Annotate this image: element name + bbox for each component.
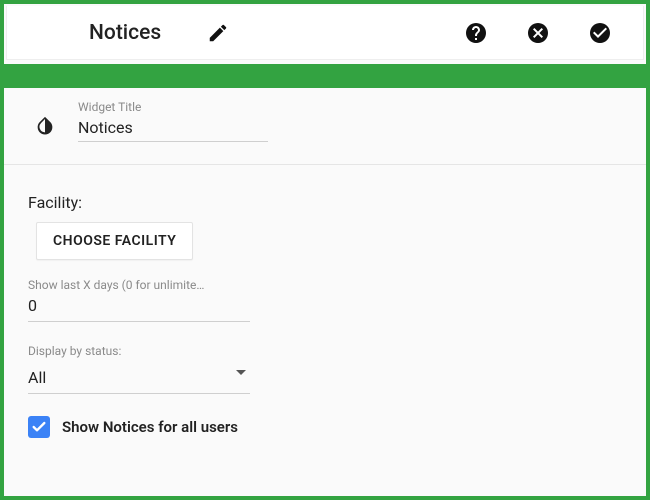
days-input[interactable]: [28, 292, 250, 322]
show-all-users-label: Show Notices for all users: [62, 418, 238, 436]
widget-title-input[interactable]: [78, 114, 268, 142]
help-icon[interactable]: [463, 20, 489, 46]
choose-facility-button[interactable]: CHOOSE FACILITY: [36, 222, 193, 260]
invert-colors-icon[interactable]: [34, 114, 56, 136]
status-select-value: All: [28, 364, 250, 394]
divider: [4, 164, 646, 165]
chevron-down-icon: [236, 370, 246, 375]
toolbar-title: Notices: [19, 21, 161, 45]
status-label: Display by status:: [28, 344, 622, 358]
check-icon: [31, 419, 47, 435]
widget-title-label: Widget Title: [78, 100, 268, 114]
toolbar: Notices: [6, 6, 644, 60]
widget-config-panel: Notices Widget Title Facility:: [0, 0, 650, 500]
show-all-users-checkbox[interactable]: [28, 416, 50, 438]
form-content: Widget Title Facility: CHOOSE FACILITY S…: [4, 88, 646, 438]
accent-bar: [4, 64, 646, 88]
edit-icon[interactable]: [205, 20, 231, 46]
confirm-icon[interactable]: [587, 20, 613, 46]
status-select[interactable]: All: [28, 364, 250, 394]
cancel-icon[interactable]: [525, 20, 551, 46]
days-label: Show last X days (0 for unlimite…: [28, 278, 238, 292]
facility-label: Facility:: [28, 193, 622, 212]
